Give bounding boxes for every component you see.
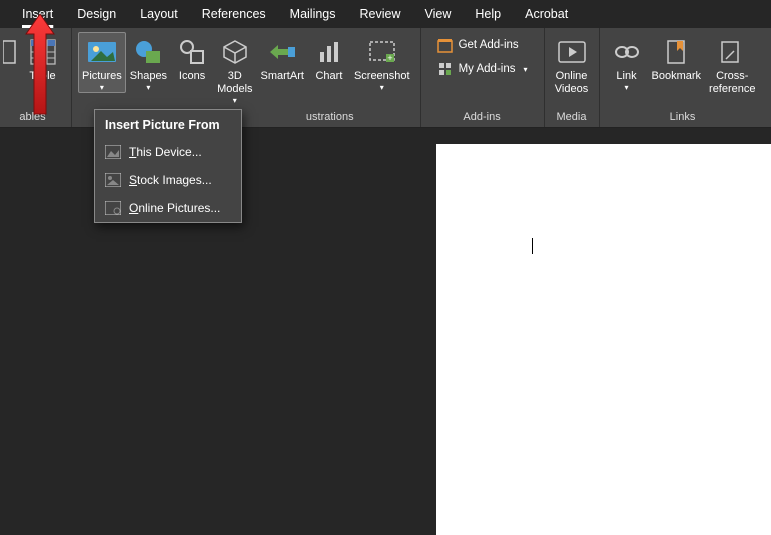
device-picture-icon [105, 144, 121, 160]
online-videos-label: Online Videos [555, 70, 588, 96]
stock-images-icon [105, 172, 121, 188]
popup-this-device[interactable]: This Device... [95, 138, 241, 166]
table-icon [30, 36, 56, 68]
online-videos-button[interactable]: Online Videos [551, 32, 593, 96]
tab-mailings[interactable]: Mailings [278, 0, 348, 28]
cross-reference-icon [720, 36, 744, 68]
popup-stock-images[interactable]: Stock Images... [95, 166, 241, 194]
bookmark-label: Bookmark [652, 70, 702, 83]
group-tables-label: ables [0, 109, 65, 127]
popup-online-pictures[interactable]: Online Pictures... [95, 194, 241, 222]
text-cursor [532, 238, 533, 254]
store-icon [437, 37, 453, 53]
popup-online-pictures-label: Online Pictures... [129, 201, 220, 215]
pictures-label: Pictures [82, 70, 122, 83]
tab-design[interactable]: Design [65, 0, 128, 28]
smartart-icon [268, 36, 296, 68]
link-icon [614, 36, 640, 68]
chart-button[interactable]: Chart [308, 32, 350, 83]
3d-models-label: 3D Models [217, 70, 252, 96]
group-media: Online Videos Media [545, 28, 600, 127]
tab-references[interactable]: References [190, 0, 278, 28]
group-addins-label: Add-ins [427, 109, 538, 127]
chevron-down-icon: ▾ [523, 65, 527, 74]
my-addins-label: My Add-ins [459, 63, 516, 75]
screenshot-button[interactable]: + Screenshot ▾ [350, 32, 414, 92]
bookmark-button[interactable]: Bookmark [648, 32, 706, 83]
chevron-down-icon: ▾ [624, 84, 628, 92]
document-page[interactable] [436, 144, 771, 535]
tab-strip: Insert Design Layout References Mailings… [0, 0, 771, 28]
screenshot-label: Screenshot [354, 70, 410, 83]
cover-page-button[interactable] [2, 32, 22, 68]
tab-layout[interactable]: Layout [128, 0, 190, 28]
online-pictures-icon [105, 200, 121, 216]
smartart-label: SmartArt [261, 70, 304, 83]
group-links: Link ▾ Bookmark [600, 28, 766, 127]
chart-label: Chart [315, 70, 342, 83]
popup-stock-images-label: Stock Images... [129, 173, 212, 187]
group-addins: Get Add-ins My Add-ins ▾ Add-ins [421, 28, 545, 127]
video-icon [558, 36, 586, 68]
my-addins-button[interactable]: My Add-ins ▾ [431, 58, 534, 80]
link-label: Link [616, 70, 636, 83]
table-button[interactable]: Table ▾ [22, 32, 64, 92]
chart-icon [317, 36, 341, 68]
chevron-down-icon: ▾ [233, 97, 237, 105]
addins-icon [437, 61, 453, 77]
cube-icon [222, 36, 248, 68]
pictures-dropdown: Insert Picture From This Device... Stock… [94, 109, 242, 223]
link-button[interactable]: Link ▾ [606, 32, 648, 92]
smartart-button[interactable]: SmartArt [257, 32, 308, 83]
get-addins-button[interactable]: Get Add-ins [431, 34, 534, 56]
shapes-label: Shapes [130, 70, 167, 83]
cross-reference-button[interactable]: Cross- reference [705, 32, 759, 96]
group-tables: Table ▾ ables [0, 28, 72, 127]
tab-view[interactable]: View [413, 0, 464, 28]
icons-label: Icons [179, 70, 205, 83]
tab-insert[interactable]: Insert [10, 0, 65, 28]
pictures-icon [87, 36, 117, 68]
3d-models-button[interactable]: 3D Models ▾ [213, 32, 256, 105]
bookmark-icon [666, 36, 686, 68]
chevron-down-icon: ▾ [100, 84, 104, 92]
chevron-down-icon: ▾ [40, 84, 44, 92]
group-links-label: Links [606, 109, 760, 127]
popup-this-device-label: This Device... [129, 145, 202, 159]
popup-header: Insert Picture From [95, 110, 241, 138]
icons-icon [179, 36, 205, 68]
tab-review[interactable]: Review [348, 0, 413, 28]
page-fragment-icon [3, 36, 17, 68]
svg-text:+: + [387, 53, 392, 63]
shapes-button[interactable]: Shapes ▾ [126, 32, 171, 92]
shapes-icon [134, 36, 162, 68]
pictures-button[interactable]: Pictures ▾ [78, 32, 126, 93]
icons-button[interactable]: Icons [171, 32, 213, 83]
chevron-down-icon: ▾ [380, 84, 384, 92]
table-label: Table [29, 70, 55, 83]
cross-reference-label: Cross- reference [709, 70, 755, 96]
screenshot-icon: + [368, 36, 396, 68]
chevron-down-icon: ▾ [146, 84, 150, 92]
tab-help[interactable]: Help [463, 0, 513, 28]
group-media-label: Media [551, 109, 593, 127]
get-addins-label: Get Add-ins [459, 39, 519, 51]
tab-acrobat[interactable]: Acrobat [513, 0, 580, 28]
